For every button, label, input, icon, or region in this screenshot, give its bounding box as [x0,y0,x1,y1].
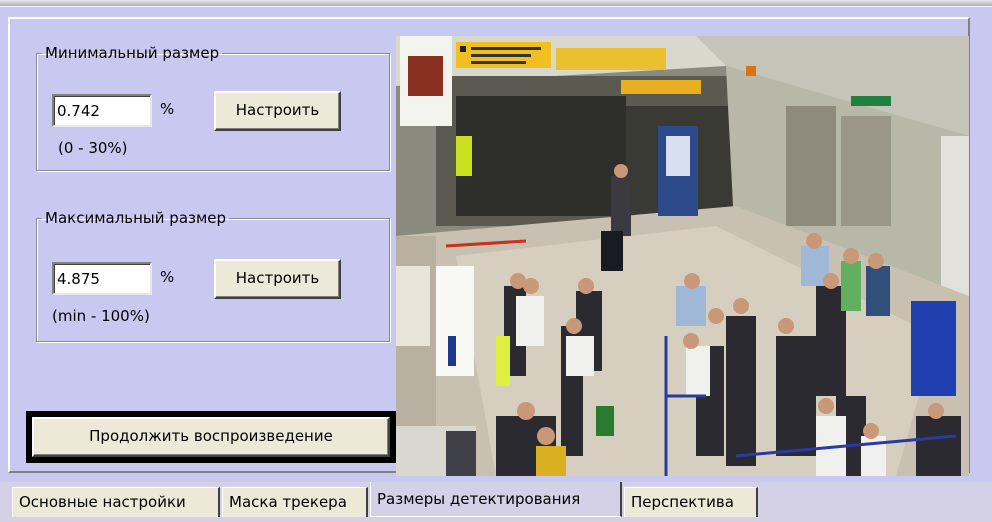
max-size-setup-button[interactable]: Настроить [214,259,341,299]
tab-perspective[interactable]: Перспектива [624,487,758,517]
max-size-input[interactable]: 4.875 [52,262,152,295]
continue-playback-button[interactable]: Продолжить воспроизведение [32,417,390,457]
min-size-input[interactable]: 0.742 [52,94,152,127]
max-size-legend: Максимальный размер [45,209,227,227]
min-size-range-hint: (0 - 30%) [58,139,128,157]
tab-detection-sizes[interactable]: Размеры детектирования [370,482,622,517]
min-size-unit: % [160,100,175,118]
min-size-legend: Минимальный размер [45,44,220,62]
tab-tracker-mask[interactable]: Маска трекера [222,487,368,517]
continue-button-focus-frame: Продолжить воспроизведение [26,411,396,463]
tab-basic-settings[interactable]: Основные настройки [12,487,220,517]
min-size-setup-button[interactable]: Настроить [214,91,341,131]
tab-bar: Основные настройки Маска трекера Размеры… [0,481,992,522]
airport-scene-image [396,36,969,476]
video-preview[interactable] [396,36,969,476]
max-size-range-hint: (min - 100%) [52,307,150,325]
max-size-unit: % [160,268,175,286]
